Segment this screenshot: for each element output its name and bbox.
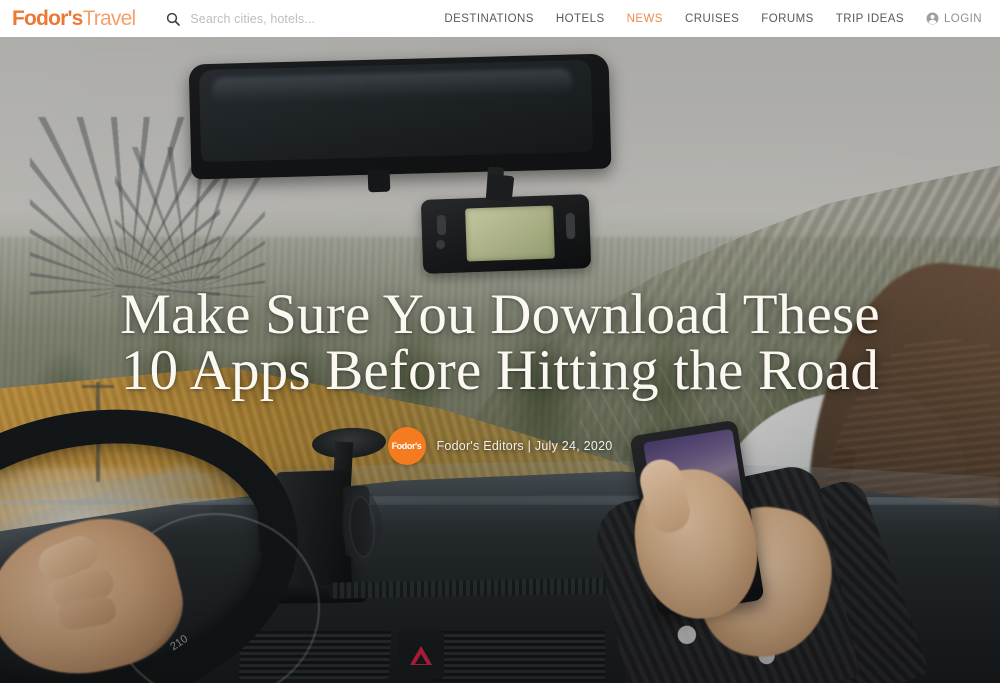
- logo-secondary-text: Travel: [82, 7, 137, 30]
- avatar-label: Fodor's: [391, 441, 422, 451]
- hero-section: 150 180 210 Make Sure You Download These…: [0, 37, 1000, 683]
- byline-text: Fodor's Editors | July 24, 2020: [436, 439, 613, 453]
- article-byline: Fodor's Fodor's Editors | July 24, 2020: [110, 427, 890, 465]
- nav-item-hotels[interactable]: HOTELS: [545, 11, 616, 27]
- nav-item-forums[interactable]: FORUMS: [750, 11, 825, 27]
- hazard-light-button: [398, 631, 444, 679]
- nav-item-destinations[interactable]: DESTINATIONS: [433, 11, 545, 27]
- hero-content: Make Sure You Download These 10 Apps Bef…: [0, 283, 1000, 465]
- dashcam-button-left: [436, 214, 447, 236]
- air-vent-center: [430, 631, 605, 681]
- nav-item-cruises[interactable]: CRUISES: [674, 11, 750, 27]
- hazard-triangle-inner: [415, 653, 427, 664]
- account-circle-icon: [926, 12, 939, 25]
- top-navigation-bar: Fodor'sTravel DESTINATIONS HOTELS NEWS C…: [0, 0, 1000, 37]
- main-menu: DESTINATIONS HOTELS NEWS CRUISES FORUMS …: [433, 11, 1000, 27]
- nav-item-news[interactable]: NEWS: [616, 11, 674, 27]
- rearview-mirror-tab: [367, 169, 391, 193]
- author-avatar[interactable]: Fodor's: [387, 427, 426, 465]
- article-headline: Make Sure You Download These 10 Apps Bef…: [120, 283, 880, 402]
- nav-item-trip-ideas[interactable]: TRIP IDEAS: [825, 11, 915, 27]
- dashcam-button-right: [565, 212, 576, 240]
- dashcam-mount: [485, 173, 515, 203]
- search-input[interactable]: [190, 11, 401, 26]
- login-label: LOGIN: [943, 12, 982, 25]
- login-button[interactable]: LOGIN: [915, 11, 990, 27]
- dashcam-screen: [465, 205, 555, 262]
- search-bar[interactable]: [165, 5, 401, 33]
- search-icon[interactable]: [165, 11, 181, 27]
- logo-primary-text: Fodor's: [12, 7, 83, 30]
- site-logo[interactable]: Fodor'sTravel: [12, 7, 137, 30]
